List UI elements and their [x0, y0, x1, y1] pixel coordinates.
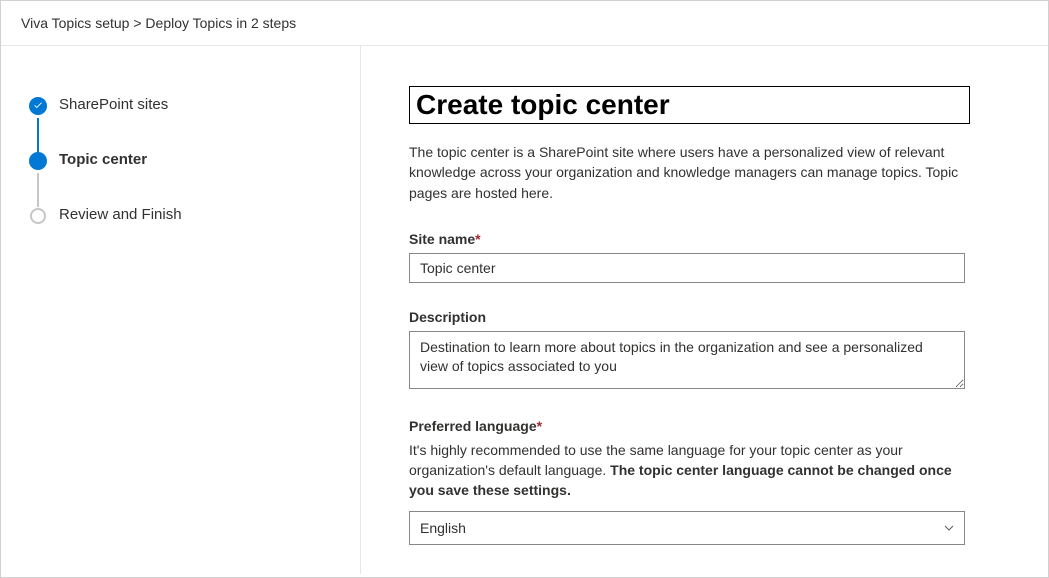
page-title: Create topic center — [409, 86, 970, 124]
current-step-icon — [29, 152, 47, 170]
site-name-group: Site name* — [409, 231, 970, 283]
site-name-input[interactable] — [409, 253, 965, 283]
wizard-steps-sidebar: SharePoint sites Topic center Review and… — [1, 46, 361, 574]
step-review-and-finish[interactable]: Review and Finish — [29, 206, 360, 223]
language-select-wrapper: English — [409, 511, 965, 545]
language-label: Preferred language* — [409, 418, 970, 434]
step-sharepoint-sites[interactable]: SharePoint sites — [29, 96, 360, 151]
language-select[interactable]: English — [409, 511, 965, 545]
main-content: Create topic center The topic center is … — [361, 46, 1048, 574]
breadcrumb-level1[interactable]: Viva Topics setup — [21, 15, 129, 31]
description-group: Description Destination to learn more ab… — [409, 309, 970, 392]
page-description: The topic center is a SharePoint site wh… — [409, 142, 970, 203]
language-group: Preferred language* It's highly recommen… — [409, 418, 970, 545]
language-help-text: It's highly recommended to use the same … — [409, 440, 965, 501]
step-connector — [37, 118, 39, 152]
step-topic-center[interactable]: Topic center — [29, 151, 360, 206]
required-indicator: * — [475, 231, 480, 247]
step-label: Topic center — [59, 151, 147, 168]
breadcrumb: Viva Topics setup > Deploy Topics in 2 s… — [1, 1, 1048, 46]
step-label: Review and Finish — [59, 206, 182, 223]
required-indicator: * — [537, 418, 542, 434]
breadcrumb-level2: Deploy Topics in 2 steps — [145, 15, 296, 31]
step-label: SharePoint sites — [59, 96, 168, 113]
step-connector — [37, 173, 39, 207]
breadcrumb-separator: > — [133, 15, 141, 31]
site-name-label: Site name* — [409, 231, 970, 247]
pending-step-icon — [30, 208, 46, 224]
description-input[interactable]: Destination to learn more about topics i… — [409, 331, 965, 389]
description-label: Description — [409, 309, 970, 325]
checkmark-icon — [29, 97, 47, 115]
